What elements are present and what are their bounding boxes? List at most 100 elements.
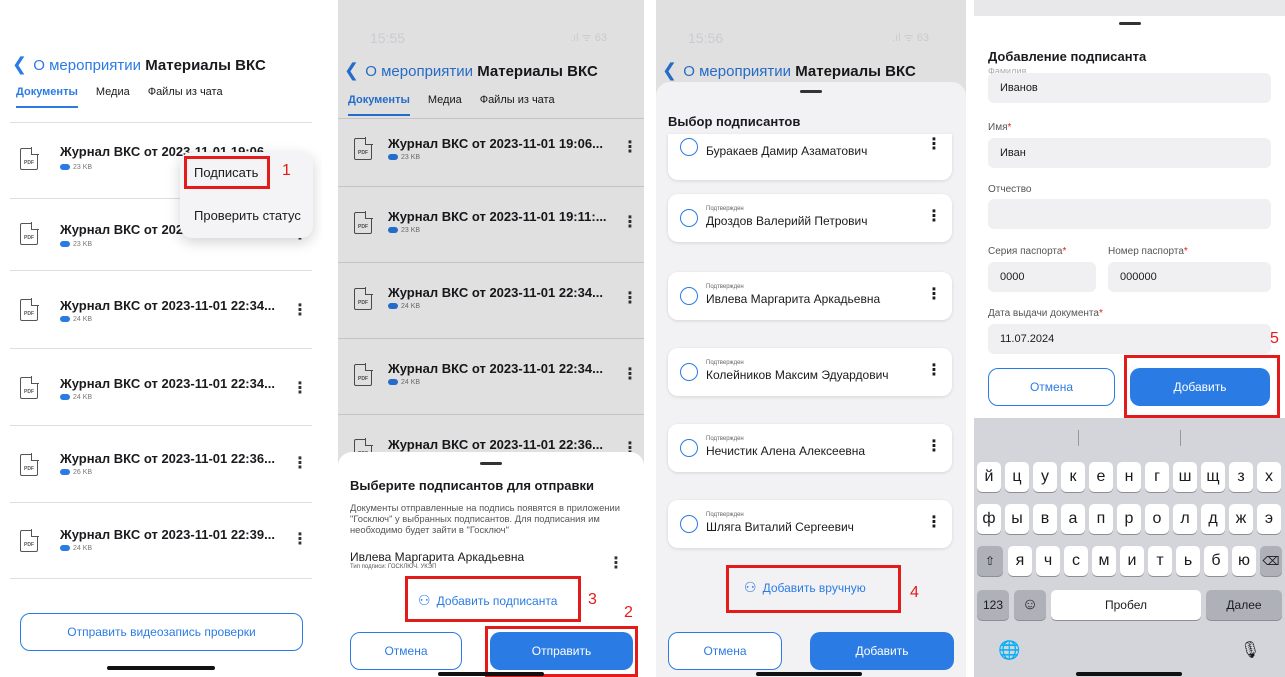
- more-vertical-icon[interactable]: ⋮: [926, 360, 942, 380]
- more-vertical-icon[interactable]: ⋮: [622, 367, 638, 383]
- signer-card[interactable]: Подтвержден Колейников Максим Эдуардович…: [668, 348, 952, 396]
- back-link[interactable]: О мероприятии: [33, 57, 141, 74]
- back-link[interactable]: О мероприятии: [683, 63, 791, 80]
- key[interactable]: я: [1008, 546, 1032, 576]
- key[interactable]: ы: [1005, 504, 1029, 534]
- cancel-button[interactable]: Отмена: [988, 368, 1115, 406]
- back-link[interactable]: О мероприятии: [365, 63, 473, 80]
- tab-media[interactable]: Медиа: [96, 86, 130, 98]
- surname-field[interactable]: Иванов: [988, 73, 1271, 103]
- key[interactable]: й: [977, 462, 1001, 492]
- file-row[interactable]: PDF Журнал ВКС от 2023-11-01 22:34... 24…: [338, 263, 644, 339]
- signer-card[interactable]: Подтвержден Нечистик Алена Алексеевна ⋮: [668, 424, 952, 472]
- key[interactable]: б: [1204, 546, 1228, 576]
- tab-documents[interactable]: Документы: [348, 94, 410, 116]
- key[interactable]: э: [1257, 504, 1281, 534]
- file-row[interactable]: PDF Журнал ВКС от 2023-11-01 22:36... 26…: [0, 426, 322, 502]
- signer-card[interactable]: Буракаев Дамир Азаматович ⋮: [668, 134, 952, 180]
- radio-button[interactable]: [680, 363, 698, 381]
- more-vertical-icon[interactable]: ⋮: [622, 291, 638, 307]
- key[interactable]: ф: [977, 504, 1001, 534]
- key[interactable]: т: [1148, 546, 1172, 576]
- key[interactable]: ч: [1036, 546, 1060, 576]
- key[interactable]: ь: [1176, 546, 1200, 576]
- key[interactable]: о: [1145, 504, 1169, 534]
- file-row[interactable]: PDF Журнал ВКС от 2023-11-01 22:34... 24…: [0, 349, 322, 425]
- cancel-button[interactable]: Отмена: [350, 632, 462, 670]
- more-vertical-icon[interactable]: ⋮: [292, 303, 308, 319]
- file-row[interactable]: PDF Журнал ВКС от 2023-11-01 22:34... 24…: [338, 339, 644, 415]
- back-chevron-icon[interactable]: ❮: [662, 60, 677, 80]
- shift-key[interactable]: ⇧: [977, 546, 1003, 576]
- tab-documents[interactable]: Документы: [16, 86, 78, 108]
- numbers-key[interactable]: 123: [977, 590, 1009, 620]
- key[interactable]: ю: [1232, 546, 1256, 576]
- more-vertical-icon[interactable]: ⋮: [622, 140, 638, 156]
- key[interactable]: и: [1120, 546, 1144, 576]
- file-row[interactable]: PDF Журнал ВКС от 2023-11-01 22:36... ⋮: [338, 415, 644, 461]
- key[interactable]: д: [1201, 504, 1225, 534]
- menu-item-check-status[interactable]: Проверить статус: [194, 208, 301, 223]
- tab-chat-files[interactable]: Файлы из чата: [480, 94, 555, 106]
- sheet-grabber[interactable]: [480, 462, 502, 465]
- file-row[interactable]: PDF Журнал ВКС от 2023-11-01 19:11:... 2…: [338, 187, 644, 263]
- key[interactable]: г: [1145, 462, 1169, 492]
- more-vertical-icon[interactable]: ⋮: [926, 436, 942, 456]
- key[interactable]: л: [1173, 504, 1197, 534]
- file-row[interactable]: PDF Журнал ВКС от 2023-11-01 22:39... 24…: [0, 503, 322, 579]
- radio-button[interactable]: [680, 515, 698, 533]
- radio-button[interactable]: [680, 209, 698, 227]
- tab-chat-files[interactable]: Файлы из чата: [148, 86, 223, 98]
- key[interactable]: ж: [1229, 504, 1253, 534]
- more-vertical-icon[interactable]: ⋮: [622, 215, 638, 231]
- key[interactable]: ц: [1005, 462, 1029, 492]
- back-chevron-icon[interactable]: ❮: [12, 54, 27, 74]
- cancel-button[interactable]: Отмена: [668, 632, 782, 670]
- passport-series-field[interactable]: 0000: [988, 262, 1096, 292]
- back-chevron-icon[interactable]: ❮: [344, 60, 359, 80]
- key[interactable]: к: [1061, 462, 1085, 492]
- key[interactable]: м: [1092, 546, 1116, 576]
- passport-number-field[interactable]: 000000: [1108, 262, 1271, 292]
- key[interactable]: у: [1033, 462, 1057, 492]
- more-vertical-icon[interactable]: ⋮: [292, 381, 308, 397]
- radio-button[interactable]: [680, 439, 698, 457]
- issue-date-field[interactable]: 11.07.2024: [988, 324, 1271, 354]
- more-vertical-icon[interactable]: ⋮: [292, 532, 308, 548]
- key[interactable]: р: [1117, 504, 1141, 534]
- signer-card[interactable]: Подтвержден Ивлева Маргарита Аркадьевна …: [668, 272, 952, 320]
- key[interactable]: с: [1064, 546, 1088, 576]
- key[interactable]: е: [1089, 462, 1113, 492]
- key[interactable]: в: [1033, 504, 1057, 534]
- key[interactable]: з: [1229, 462, 1253, 492]
- more-vertical-icon[interactable]: ⋮: [926, 284, 942, 304]
- globe-icon[interactable]: 🌐: [998, 640, 1020, 661]
- key[interactable]: щ: [1201, 462, 1225, 492]
- file-row[interactable]: PDF Журнал ВКС от 2023-11-01 19:06... 23…: [338, 120, 644, 186]
- more-vertical-icon[interactable]: ⋮: [926, 134, 942, 154]
- sheet-grabber[interactable]: [800, 90, 822, 93]
- sheet-grabber[interactable]: [1118, 22, 1141, 25]
- send-video-button[interactable]: Отправить видеозапись проверки: [20, 613, 303, 651]
- key[interactable]: п: [1089, 504, 1113, 534]
- key[interactable]: х: [1257, 462, 1281, 492]
- file-row[interactable]: PDF Журнал ВКС от 2023-11-01 22:34... 24…: [0, 271, 322, 347]
- tab-media[interactable]: Медиа: [428, 94, 462, 106]
- more-vertical-icon[interactable]: ⋮: [608, 556, 624, 572]
- more-vertical-icon[interactable]: ⋮: [926, 512, 942, 532]
- add-button[interactable]: Добавить: [810, 632, 954, 670]
- more-vertical-icon[interactable]: ⋮: [926, 206, 942, 226]
- backspace-key[interactable]: ⌫: [1260, 546, 1282, 576]
- next-key[interactable]: Далее: [1206, 590, 1282, 620]
- radio-button[interactable]: [680, 287, 698, 305]
- key[interactable]: ш: [1173, 462, 1197, 492]
- key[interactable]: н: [1117, 462, 1141, 492]
- name-field[interactable]: Иван: [988, 138, 1271, 168]
- signer-card[interactable]: Подтвержден Шляга Виталий Сергеевич ⋮: [668, 500, 952, 548]
- radio-button[interactable]: [680, 138, 698, 156]
- emoji-icon[interactable]: ☺: [1014, 590, 1046, 620]
- patronymic-field[interactable]: [988, 199, 1271, 229]
- more-vertical-icon[interactable]: ⋮: [292, 456, 308, 472]
- key[interactable]: а: [1061, 504, 1085, 534]
- space-key[interactable]: Пробел: [1051, 590, 1201, 620]
